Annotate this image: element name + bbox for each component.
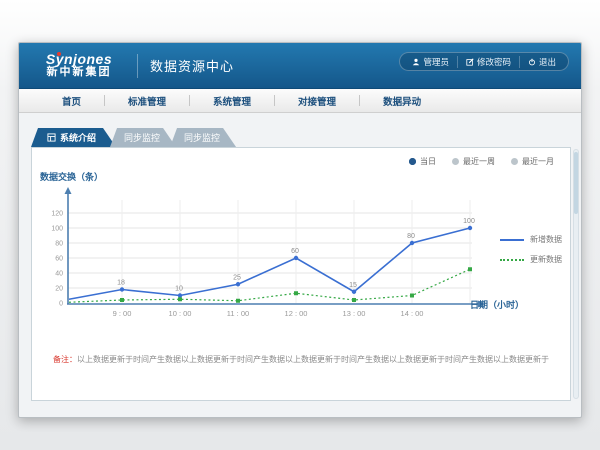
svg-text:15: 15 (349, 282, 357, 289)
content-area: 系统介绍 同步监控 同步监控 当日 最近一周 (19, 113, 581, 418)
svg-text:60: 60 (55, 256, 63, 263)
vertical-scrollbar[interactable] (573, 149, 579, 399)
legend-new-data-label: 新增数据 (530, 234, 562, 245)
tab-sync-monitor-1-label: 同步监控 (124, 131, 160, 144)
svg-text:11 : 00: 11 : 00 (227, 309, 249, 318)
page-background: Synjones 新中新集团 数据资源中心 管理员 修改密码 (0, 0, 600, 450)
user-menu-change-password[interactable]: 修改密码 (457, 56, 519, 68)
chart-legend: 新增数据 更新数据 (500, 234, 562, 265)
user-menu-logout[interactable]: 退出 (519, 56, 564, 68)
solid-line-icon (500, 239, 524, 241)
footnote: 备注：以上数据更新于时间产生数据以上数据更新于时间产生数据以上数据更新于时间产生… (32, 354, 570, 365)
svg-text:14 : 00: 14 : 00 (401, 309, 424, 318)
app-header: Synjones 新中新集团 数据资源中心 管理员 修改密码 (19, 43, 581, 89)
chart-panel: 当日 最近一周 最近一月 数据交换（条） 0204060801001209 : … (31, 147, 571, 401)
user-icon (412, 58, 420, 66)
app-window: Synjones 新中新集团 数据资源中心 管理员 修改密码 (18, 42, 582, 418)
user-menu: 管理员 修改密码 退出 (399, 52, 569, 71)
tab-bar: 系统介绍 同步监控 同步监控 (31, 128, 236, 147)
svg-text:12 : 00: 12 : 00 (285, 309, 308, 318)
footnote-prefix: 备注： (53, 355, 77, 364)
dotted-line-icon (500, 259, 524, 261)
svg-text:60: 60 (291, 248, 299, 255)
nav-item-standard-mgmt[interactable]: 标准管理 (105, 94, 189, 108)
power-icon (528, 58, 536, 66)
user-menu-admin[interactable]: 管理员 (404, 56, 457, 68)
nav-item-data-change[interactable]: 数据异动 (360, 94, 444, 108)
svg-text:13 : 00: 13 : 00 (343, 309, 366, 318)
logo-red-dot (57, 52, 61, 56)
svg-text:10: 10 (175, 286, 183, 293)
legend-new-data: 新增数据 (500, 234, 562, 245)
tab-sync-monitor-1[interactable]: 同步监控 (110, 128, 176, 147)
svg-text:9 : 00: 9 : 00 (113, 309, 132, 318)
svg-text:80: 80 (55, 241, 63, 248)
main-nav: 首页 标准管理 系统管理 对接管理 数据异动 (19, 89, 581, 113)
svg-text:80: 80 (407, 233, 415, 240)
nav-item-interface-mgmt[interactable]: 对接管理 (275, 94, 359, 108)
footnote-text: 以上数据更新于时间产生数据以上数据更新于时间产生数据以上数据更新于时间产生数据以… (77, 355, 549, 364)
legend-updated-data: 更新数据 (500, 254, 562, 265)
edit-icon (466, 58, 474, 66)
user-menu-logout-label: 退出 (539, 56, 556, 68)
header-divider (137, 54, 138, 78)
scrollbar-thumb[interactable] (574, 152, 578, 214)
svg-text:120: 120 (51, 211, 63, 218)
document-icon (47, 133, 56, 142)
company-name: 新中新集团 (33, 66, 125, 78)
x-axis-title: 日期（小时） (470, 298, 524, 311)
user-menu-change-password-label: 修改密码 (477, 56, 511, 68)
line-chart: 0 20 40 60 80 100 120 9 : 00 10 : 00 11 : 00 12 : … (32, 148, 492, 333)
tab-sync-monitor-2-label: 同步监控 (184, 131, 220, 144)
tab-sync-monitor-2[interactable]: 同步监控 (170, 128, 236, 147)
app-title: 数据资源中心 (150, 56, 234, 75)
svg-text:25: 25 (233, 274, 241, 281)
svg-text:100: 100 (463, 218, 475, 225)
nav-item-home[interactable]: 首页 (39, 94, 104, 108)
svg-text:100: 100 (51, 226, 63, 233)
range-option-last-month[interactable]: 最近一月 (511, 156, 554, 167)
tab-system-intro-label: 系统介绍 (60, 131, 96, 144)
brand-name: Synjones (33, 53, 125, 66)
radio-dot-icon (511, 158, 518, 165)
company-logo: Synjones 新中新集团 (33, 53, 125, 78)
svg-text:0: 0 (59, 301, 63, 308)
svg-text:20: 20 (55, 286, 63, 293)
svg-text:18: 18 (117, 280, 125, 287)
tab-system-intro[interactable]: 系统介绍 (31, 128, 116, 147)
range-option-last-month-label: 最近一月 (522, 156, 554, 167)
svg-text:40: 40 (55, 271, 63, 278)
user-menu-admin-label: 管理员 (423, 56, 449, 68)
svg-text:10 : 00: 10 : 00 (169, 309, 192, 318)
legend-updated-data-label: 更新数据 (530, 254, 562, 265)
nav-item-system-mgmt[interactable]: 系统管理 (190, 94, 274, 108)
